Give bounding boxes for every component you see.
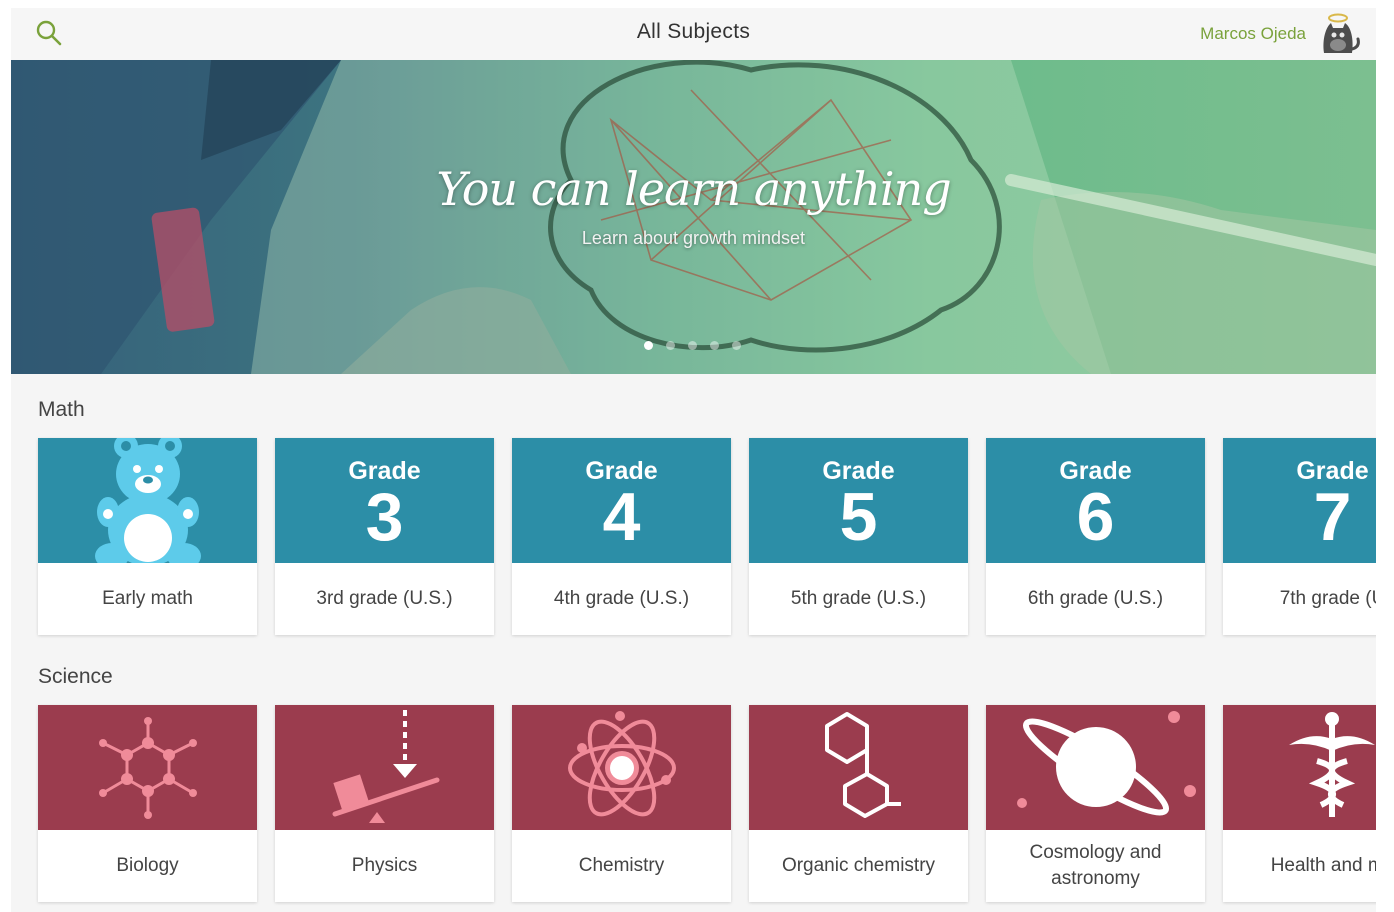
subject-card-chemistry[interactable]: Chemistry [512, 705, 731, 902]
caduceus-icon [1289, 712, 1375, 817]
card-label: Physics [351, 855, 418, 876]
molecule-icon [98, 716, 197, 819]
card-banner: Grade 4 [512, 438, 731, 563]
card-banner [38, 438, 257, 563]
app-window: All Subjects Marcos Ojeda You can learn … [11, 8, 1376, 912]
subject-card-grade-6[interactable]: Grade 6 6th grade (U.S.) [986, 438, 1205, 635]
grade-number: 6 [1076, 478, 1115, 555]
math-row: Early math Grade 3 3rd grade (U.S.) Grad… [38, 438, 1376, 635]
card-banner: Grade 5 [749, 438, 968, 563]
subject-card-physics[interactable]: Physics [275, 705, 494, 902]
subject-card-grade-5[interactable]: Grade 5 5th grade (U.S.) [749, 438, 968, 635]
section-title-science: Science [38, 665, 113, 688]
card-banner [38, 705, 257, 830]
card-label: Health and me [1270, 855, 1376, 876]
subject-card-cosmology-astronomy[interactable]: Cosmology and astronomy [986, 705, 1205, 902]
teddy-bear-icon [94, 438, 201, 563]
card-banner [1223, 705, 1376, 830]
hero-subtitle[interactable]: Learn about growth mindset [11, 228, 1376, 249]
card-label: 4th grade (U.S.) [553, 588, 690, 609]
card-banner [749, 705, 968, 830]
science-row: Biology Physics Chemistry Organic chemis… [38, 705, 1376, 902]
planet-icon [1017, 711, 1196, 816]
hero-illustration [11, 60, 1376, 374]
top-bar: All Subjects Marcos Ojeda [11, 8, 1376, 61]
section-title-math: Math [38, 398, 85, 421]
subject-card-grade-7[interactable]: Grade 7 7th grade (U [1223, 438, 1376, 635]
card-banner: Grade 6 [986, 438, 1205, 563]
grade-number: 4 [602, 478, 641, 555]
subject-card-grade-4[interactable]: Grade 4 4th grade (U.S.) [512, 438, 731, 635]
card-label: 3rd grade (U.S.) [316, 588, 453, 609]
card-label: 7th grade (U [1279, 588, 1376, 609]
subject-card-health-medicine[interactable]: Health and me [1223, 705, 1376, 902]
card-label: 6th grade (U.S.) [1027, 588, 1164, 609]
hexagon-chain-icon [824, 711, 901, 818]
grade-number: 3 [365, 478, 404, 555]
card-banner [275, 705, 494, 830]
grade-number: 7 [1313, 478, 1352, 555]
carousel-dot[interactable] [644, 341, 653, 350]
lever-icon [332, 709, 439, 823]
atom-icon [567, 710, 676, 816]
card-label: Biology [116, 855, 179, 876]
carousel-dot[interactable] [688, 341, 697, 350]
user-menu[interactable]: Marcos Ojeda [1200, 8, 1364, 60]
card-label: Organic chemistry [781, 855, 936, 876]
card-label: Cosmology and astronomy [1029, 842, 1162, 889]
carousel-dot[interactable] [666, 341, 675, 350]
carousel-dot[interactable] [710, 341, 719, 350]
subject-card-biology[interactable]: Biology [38, 705, 257, 902]
user-name: Marcos Ojeda [1200, 24, 1306, 43]
subject-card-organic-chemistry[interactable]: Organic chemistry [749, 705, 968, 902]
subject-card-grade-3[interactable]: Grade 3 3rd grade (U.S.) [275, 438, 494, 635]
card-banner: Grade 7 [1223, 438, 1376, 563]
card-label: 5th grade (U.S.) [790, 588, 927, 609]
subject-card-early-math[interactable]: Early math [38, 438, 257, 635]
carousel-dot[interactable] [732, 341, 741, 350]
hero-banner[interactable]: You can learn anything Learn about growt… [11, 60, 1376, 374]
card-label: Chemistry [578, 855, 665, 876]
page-title: All Subjects [636, 20, 751, 43]
card-banner: Grade 3 [275, 438, 494, 563]
card-label: Early math [102, 588, 193, 609]
carousel-dots [644, 341, 741, 350]
card-banner [986, 705, 1205, 830]
cat-avatar-icon [1314, 9, 1364, 59]
card-banner [512, 705, 731, 830]
hero-title: You can learn anything [436, 162, 951, 216]
grade-number: 5 [839, 478, 878, 555]
